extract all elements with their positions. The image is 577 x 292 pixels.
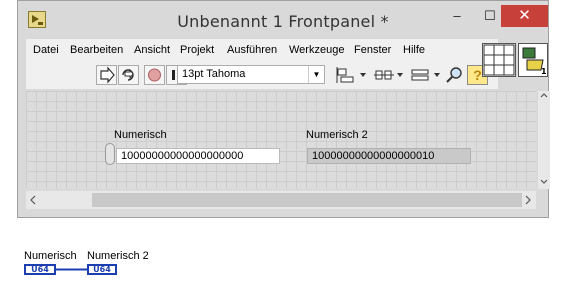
horizontal-scrollbar[interactable] (26, 191, 536, 209)
increment-decrement-spinner[interactable] (105, 143, 115, 165)
menu-projekt[interactable]: Projekt (180, 44, 214, 56)
menu-ausfuehren[interactable]: Ausführen (227, 44, 277, 56)
numeric-control-label: Numerisch (114, 129, 167, 141)
menu-hilfe[interactable]: Hilfe (403, 44, 425, 56)
numeric-control[interactable]: 10000000000000000000 (116, 148, 280, 164)
resize-objects-icon[interactable] (409, 65, 443, 85)
numeric-indicator: 10000000000000000010 (307, 148, 471, 164)
horizontal-scrollbar-thumb[interactable] (92, 193, 522, 207)
connector-pane-icon[interactable] (482, 43, 516, 77)
menu-ansicht[interactable]: Ansicht (134, 44, 170, 56)
font-dropdown[interactable]: 13pt Tahoma ▼ (177, 65, 325, 84)
abort-execution-icon[interactable] (144, 65, 165, 85)
chevron-down-icon: ▼ (308, 66, 324, 83)
frontpanel-window: Unbenannt 1 Frontpanel * – ☐ ✕ Datei Bea… (17, 0, 550, 218)
wire[interactable] (56, 266, 87, 273)
align-objects-icon[interactable] (335, 65, 369, 85)
title-bar[interactable]: Unbenannt 1 Frontpanel * – ☐ ✕ (18, 1, 548, 39)
vi-icon[interactable]: 1 (518, 43, 548, 77)
menu-fenster[interactable]: Fenster (354, 44, 391, 56)
numeric-indicator-label: Numerisch 2 (306, 129, 368, 141)
toolbar: 13pt Tahoma ▼ ? (26, 61, 498, 89)
u64-indicator-terminal[interactable]: U64 (87, 264, 117, 275)
vertical-scrollbar[interactable] (538, 91, 550, 189)
distribute-objects-icon[interactable] (372, 65, 406, 85)
menu-bearbeiten[interactable]: Bearbeiten (70, 44, 123, 56)
terminal-1-label: Numerisch (24, 250, 77, 262)
font-dropdown-value: 13pt Tahoma (182, 68, 246, 80)
minimize-button[interactable]: – (443, 5, 471, 27)
menu-bar: Datei Bearbeiten Ansicht Projekt Ausführ… (26, 39, 498, 61)
menu-datei[interactable]: Datei (33, 44, 59, 56)
maximize-button[interactable]: ☐ (476, 5, 504, 27)
terminal-2-label: Numerisch 2 (87, 250, 149, 262)
svg-text:1: 1 (541, 67, 547, 76)
search-icon[interactable] (444, 65, 466, 85)
front-panel-area[interactable]: Numerisch 10000000000000000000 Numerisch… (26, 91, 536, 189)
menu-werkzeuge[interactable]: Werkzeuge (289, 44, 344, 56)
run-continuously-icon[interactable] (118, 65, 139, 85)
close-button[interactable]: ✕ (501, 5, 548, 27)
u64-control-terminal[interactable]: U64 (24, 264, 56, 275)
run-arrow-icon[interactable] (96, 65, 117, 85)
